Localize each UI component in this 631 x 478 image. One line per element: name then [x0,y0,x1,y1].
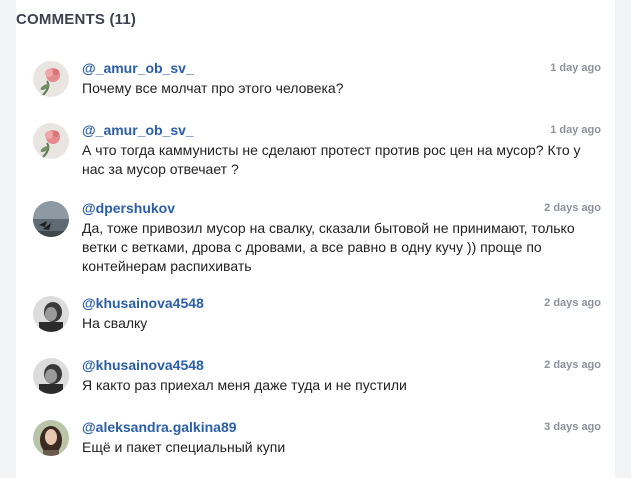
comment-author-link[interactable]: @dpershukov [82,200,175,216]
avatar[interactable] [33,123,69,159]
comments-heading: COMMENTS (11) [16,11,137,28]
avatar[interactable] [33,296,69,332]
flower-avatar-icon [33,123,69,159]
comment-text: А что тогда каммунисты не сделают протес… [82,142,581,177]
bw-portrait-avatar-icon [33,358,69,394]
comment-timestamp: 1 day ago [550,124,601,136]
comment-timestamp: 1 day ago [550,62,601,74]
comment-text: Ещё и пакет специальный купи [82,439,286,455]
avatar[interactable] [33,61,69,97]
avatar[interactable] [33,420,69,456]
comment-timestamp: 2 days ago [544,359,601,371]
comment-text: Почему все молчат про этого человека? [82,80,344,96]
comment-text: Да, тоже привозил мусор на свалку, сказа… [82,220,575,274]
avatar[interactable] [33,358,69,394]
bird-sky-avatar-icon [33,201,69,237]
woman-portrait-avatar-icon [33,420,69,456]
flower-avatar-icon [33,61,69,97]
comment-author-link[interactable]: @khusainova4548 [82,357,204,373]
comment-timestamp: 2 days ago [544,202,601,214]
comment-author-link[interactable]: @_amur_ob_sv_ [82,122,194,138]
comment-author-link[interactable]: @khusainova4548 [82,295,204,311]
comment-text: Я както раз приехал меня даже туда и не … [82,377,407,393]
comment-timestamp: 3 days ago [544,421,601,433]
avatar[interactable] [33,201,69,237]
comment-text: На свалку [82,315,148,331]
comment-timestamp: 2 days ago [544,297,601,309]
bw-portrait-avatar-icon [33,296,69,332]
comment-author-link[interactable]: @aleksandra.galkina89 [82,419,237,435]
comment-author-link[interactable]: @_amur_ob_sv_ [82,60,194,76]
